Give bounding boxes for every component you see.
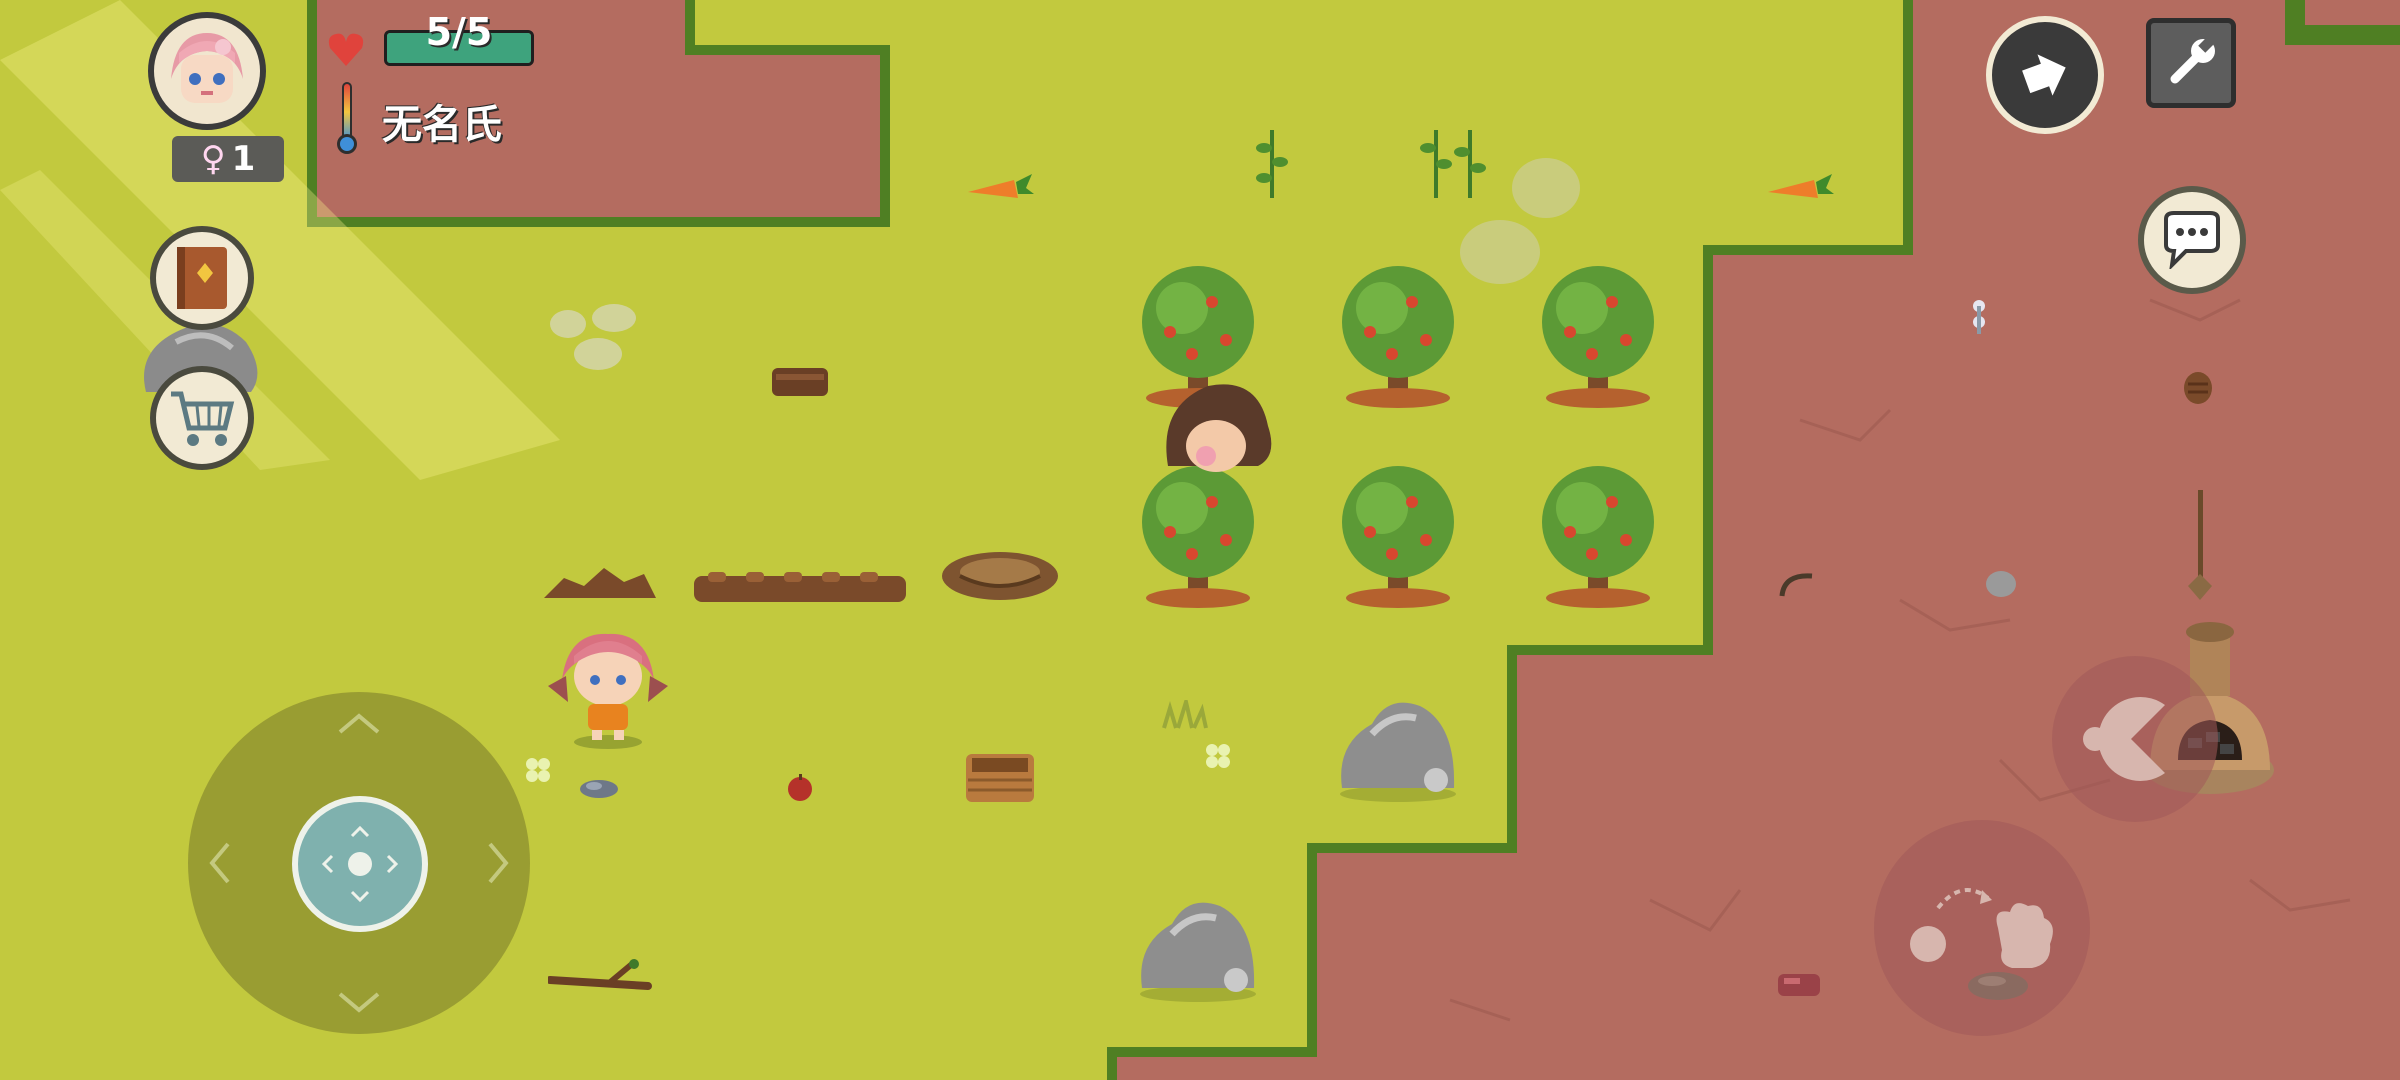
stone-pile[interactable] (544, 298, 644, 372)
stone-pile[interactable] (1460, 150, 1580, 290)
joystick-knob-arrows (321, 825, 399, 903)
settings-button[interactable] (2146, 18, 2236, 108)
wooden-log[interactable] (770, 364, 830, 400)
apple[interactable] (786, 774, 814, 802)
heart-icon (328, 33, 364, 66)
woven-basket[interactable] (964, 746, 1036, 804)
flint[interactable] (578, 778, 620, 800)
wrench-icon (2170, 37, 2215, 84)
chat-button[interactable] (2138, 186, 2246, 294)
recipe-book-icon (177, 247, 227, 309)
other-player-character[interactable] (1148, 376, 1288, 476)
big-rock[interactable] (1136, 894, 1262, 1002)
shopping-cart-icon (171, 391, 235, 446)
exit-arrow-icon (2022, 54, 2066, 96)
straight-shaft[interactable] (2180, 490, 2220, 602)
use-action-button[interactable] (1874, 820, 2090, 1036)
apple-tree[interactable] (1130, 462, 1270, 610)
health-text: 5/5 (425, 10, 493, 54)
gender-symbol: ♀ (200, 139, 226, 179)
big-rock[interactable] (1336, 694, 1462, 802)
eat-icon (2083, 697, 2165, 781)
recipe-book-button[interactable] (150, 226, 254, 330)
flower (1973, 300, 1985, 334)
thermometer-icon (337, 82, 357, 154)
chat-bubble-icon (2164, 211, 2220, 269)
eat-button[interactable] (2052, 656, 2218, 822)
grass-tuft (1162, 700, 1208, 729)
pine-cone[interactable] (2180, 366, 2216, 406)
apple-tree[interactable] (1330, 262, 1470, 410)
carrot[interactable] (1766, 172, 1834, 206)
player-avatar[interactable] (148, 12, 266, 130)
round-stone[interactable] (1984, 568, 2018, 598)
apple-tree[interactable] (1530, 462, 1670, 610)
apple-tree[interactable] (1330, 462, 1470, 610)
use-hand-icon (1910, 888, 2053, 968)
carrot[interactable] (966, 172, 1034, 206)
red-clay[interactable] (1776, 970, 1822, 1000)
dug-soil[interactable] (544, 562, 656, 602)
exit-button[interactable] (1986, 16, 2104, 134)
player-name: 无名氏 (382, 102, 502, 148)
tilled-row[interactable] (694, 564, 906, 604)
generation-number: 1 (231, 139, 256, 179)
branch[interactable] (548, 956, 658, 998)
curved-tool[interactable] (1778, 570, 1818, 600)
milkweed[interactable] (1254, 130, 1290, 198)
player-character[interactable] (548, 630, 668, 750)
dirt-strip-top-right (2295, 0, 2400, 35)
avatar-portrait (171, 33, 243, 103)
flower (1206, 744, 1230, 768)
gender-badge: ♀ 1 (172, 136, 284, 182)
joystick-knob[interactable] (292, 796, 428, 932)
shop-button[interactable] (150, 366, 254, 470)
bird-nest[interactable] (940, 546, 1060, 602)
